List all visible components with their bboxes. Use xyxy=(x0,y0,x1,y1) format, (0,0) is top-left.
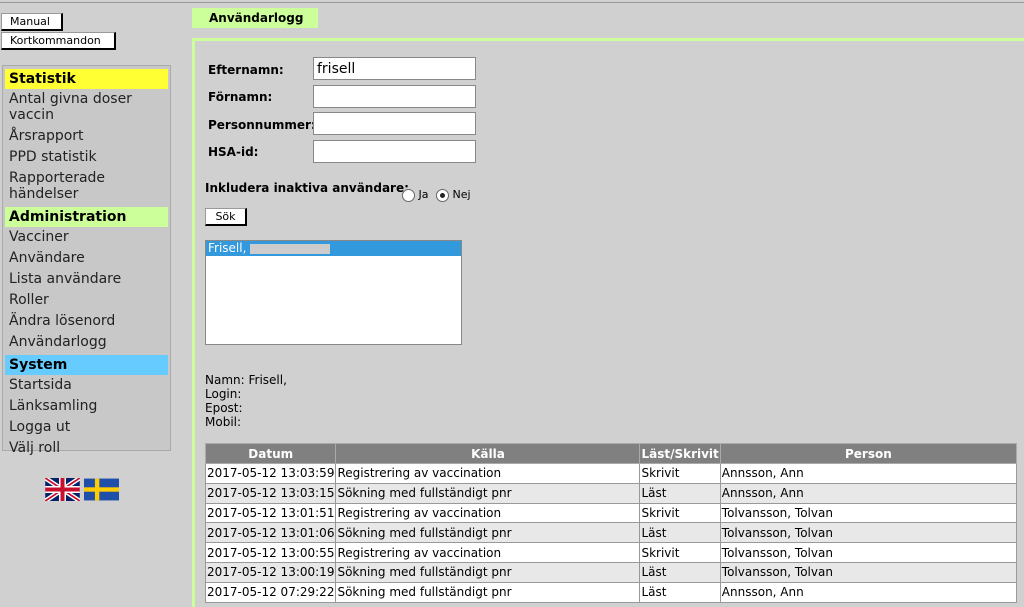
table-cell: 2017-05-12 07:29:22 xyxy=(204,581,337,603)
manual-button[interactable]: Manual xyxy=(1,13,63,31)
table-cell: Registrering av vaccination xyxy=(335,463,641,484)
sidebar-item[interactable]: Användarlogg xyxy=(5,334,168,350)
sidebar-section-statistik: Statistik xyxy=(5,69,168,89)
sidebar-menu: Statistik Antal givna doser vaccin Årsrapp… xyxy=(2,65,171,456)
radio-nej[interactable] xyxy=(436,188,449,202)
top-divider xyxy=(0,2,1024,3)
table-cell: Tolvansson, Tolvan xyxy=(719,561,1018,583)
column-header[interactable]: Datum xyxy=(204,443,337,464)
table-cell: Läst xyxy=(639,581,721,603)
user-info: Namn: Frisell, Login: Epost: Mobil: xyxy=(205,373,287,429)
radio-nej-label: Nej xyxy=(452,188,471,201)
table-cell: Registrering av vaccination xyxy=(335,542,641,563)
sidebar-item[interactable]: Vacciner xyxy=(5,229,168,245)
sidebar-item[interactable]: Välj roll xyxy=(5,440,168,456)
table-cell: 2017-05-12 13:00:55 xyxy=(204,542,337,563)
radio-ja-label: Ja xyxy=(418,188,429,201)
inactive-radio-group: Ja Nej xyxy=(402,188,471,202)
column-header[interactable]: Läst/Skrivit xyxy=(639,443,721,464)
sidebar-section-administration: Administration xyxy=(5,207,168,227)
table-row: 2017-05-12 13:00:55 Registrering av vacci… xyxy=(204,542,1018,563)
info-mobil: Mobil: xyxy=(205,415,242,429)
efternamn-label: Efternamn: xyxy=(208,63,284,77)
efternamn-input[interactable] xyxy=(313,57,476,80)
hsaid-input[interactable] xyxy=(313,140,476,163)
table-cell: 2017-05-12 13:01:51 xyxy=(204,502,337,524)
tab-anvandarlogg[interactable]: Användarlogg xyxy=(192,8,318,28)
language-selector xyxy=(45,478,119,501)
table-cell: Sökning med fullständigt pnr xyxy=(335,522,641,544)
redacted-name xyxy=(250,243,331,254)
sidebar-item[interactable]: PPD statistik xyxy=(5,149,168,165)
list-item[interactable]: Frisell, xyxy=(206,241,461,256)
table-cell: Läst xyxy=(639,522,721,544)
table-cell: 2017-05-12 13:00:19 xyxy=(204,561,337,583)
sidebar-item[interactable]: Startsida xyxy=(5,377,168,393)
swedish-flag-icon[interactable] xyxy=(84,478,119,501)
search-button[interactable]: Sök xyxy=(205,208,247,226)
sidebar-item[interactable]: Årsrapport xyxy=(5,128,168,144)
sidebar-section-system: System xyxy=(5,355,168,375)
table-cell: Sökning med fullständigt pnr xyxy=(335,581,641,603)
info-namn: Namn: Frisell, xyxy=(205,373,287,387)
table-cell: Annsson, Ann xyxy=(719,581,1018,603)
english-flag-icon[interactable] xyxy=(45,478,80,501)
table-cell: Registrering av vaccination xyxy=(335,502,641,524)
shortcuts-button[interactable]: Kortkommandon xyxy=(1,32,116,50)
column-header[interactable]: Källa xyxy=(335,443,641,464)
inactive-users-label: Inkludera inaktiva användare: xyxy=(205,181,409,195)
table-row: 2017-05-12 13:03:59 Registrering av vacci… xyxy=(204,463,1018,484)
column-header[interactable]: Person xyxy=(719,443,1018,464)
table-row: 2017-05-12 13:01:06 Sökning med fullständ… xyxy=(204,522,1018,544)
sidebar-item[interactable]: Rapporterade händelser xyxy=(5,170,168,202)
table-cell: Sökning med fullständigt pnr xyxy=(335,561,641,583)
personnummer-input[interactable] xyxy=(313,112,476,135)
table-row: 2017-05-12 13:01:51 Registrering av vacci… xyxy=(204,502,1018,524)
sidebar-item[interactable]: Användare xyxy=(5,250,168,266)
radio-ja[interactable] xyxy=(402,188,415,202)
info-login: Login: xyxy=(205,387,242,401)
table-row: 2017-05-12 13:00:19 Sökning med fullständ… xyxy=(204,561,1018,583)
table-cell: 2017-05-12 13:01:06 xyxy=(204,522,337,544)
fornamn-label: Förnamn: xyxy=(208,90,273,104)
table-row: 2017-05-12 07:29:22 Sökning med fullständ… xyxy=(204,581,1018,603)
table-cell: Tolvansson, Tolvan xyxy=(719,522,1018,544)
table-cell: Tolvansson, Tolvan xyxy=(719,502,1018,524)
sidebar-item[interactable]: Logga ut xyxy=(5,419,168,435)
table-cell: Skrivit xyxy=(639,502,721,524)
table-cell: Annsson, Ann xyxy=(719,482,1018,504)
table-cell: Skrivit xyxy=(639,463,721,484)
table-cell: Tolvansson, Tolvan xyxy=(719,542,1018,563)
sidebar-item[interactable]: Ändra lösenord xyxy=(5,313,168,329)
user-results-list[interactable]: Frisell, xyxy=(205,240,462,345)
sidebar-item[interactable]: Länksamling xyxy=(5,398,168,414)
table-row: 2017-05-12 13:03:15 Sökning med fullständ… xyxy=(204,482,1018,504)
info-epost: Epost: xyxy=(205,401,243,415)
fornamn-input[interactable] xyxy=(313,85,476,108)
table-cell: 2017-05-12 13:03:59 xyxy=(204,463,337,484)
table-cell: Sökning med fullständigt pnr xyxy=(335,482,641,504)
table-cell: 2017-05-12 13:03:15 xyxy=(204,482,337,504)
log-table: Datum Källa Läst/Skrivit Person 2017-05-12 … xyxy=(204,443,1018,603)
table-cell: Skrivit xyxy=(639,542,721,563)
sidebar-item[interactable]: Antal givna doser vaccin xyxy=(5,91,168,123)
sidebar-item[interactable]: Lista användare xyxy=(5,271,168,287)
table-cell: Läst xyxy=(639,561,721,583)
sidebar-item[interactable]: Roller xyxy=(5,292,168,308)
hsaid-label: HSA-id: xyxy=(208,145,259,159)
personnummer-label: Personnummer: xyxy=(208,118,316,132)
table-cell: Annsson, Ann xyxy=(719,463,1018,484)
table-cell: Läst xyxy=(639,482,721,504)
